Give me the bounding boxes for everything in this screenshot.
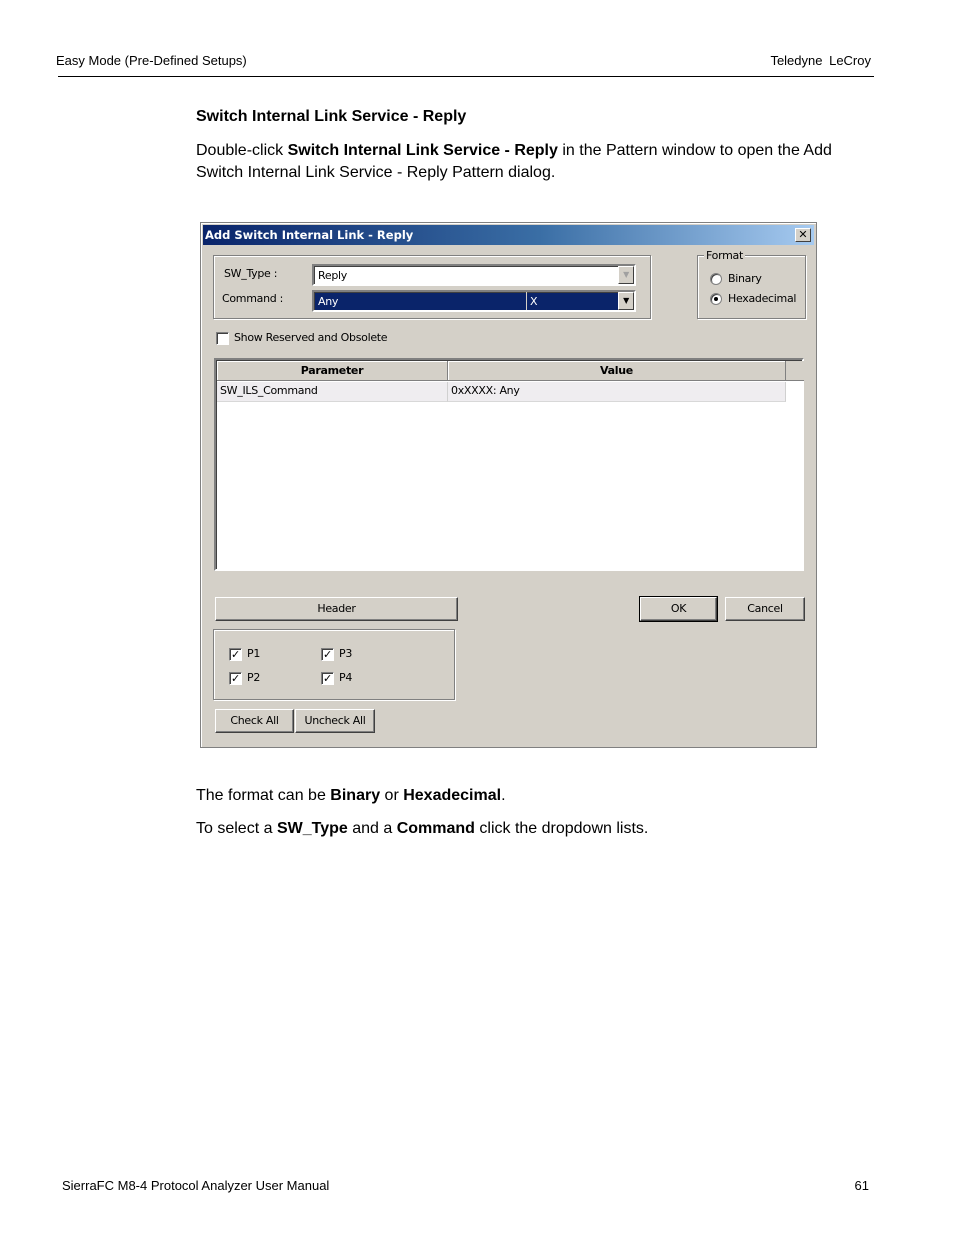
section-title: Switch Internal Link Service - Reply (196, 108, 467, 125)
text: and a (347, 820, 397, 837)
bold-text: Hexadecimal (403, 787, 502, 804)
sw-type-value: Reply (318, 269, 347, 282)
format-group (697, 255, 806, 319)
format-legend: Format (704, 249, 745, 262)
text: To select a (196, 820, 277, 837)
close-icon[interactable]: ✕ (795, 228, 811, 242)
show-reserved-checkbox[interactable] (216, 332, 229, 345)
cancel-button[interactable]: Cancel (725, 597, 805, 621)
text: Double-click (196, 142, 288, 159)
dialog-title: Add Switch Internal Link - Reply (205, 228, 414, 242)
dialog-titlebar: Add Switch Internal Link - Reply ✕ (203, 225, 814, 245)
header-button[interactable]: Header (215, 597, 458, 621)
chevron-down-icon[interactable]: ▼ (618, 266, 634, 284)
p2-label: P2 (247, 671, 261, 684)
header-filler (786, 361, 804, 381)
text: . (501, 787, 506, 804)
chevron-down-icon[interactable]: ▼ (618, 292, 634, 310)
page-number: 61 (854, 1178, 869, 1193)
binary-radio[interactable] (710, 273, 722, 285)
ports-group (213, 629, 455, 700)
command-value: Any (318, 295, 339, 308)
header-rule (58, 76, 874, 77)
p3-checkbox[interactable]: ✓ (321, 648, 334, 661)
p4-label: P4 (339, 671, 353, 684)
binary-label: Binary (728, 272, 762, 285)
bold-text: Switch Internal Link Service - Reply (287, 142, 558, 159)
hexadecimal-label: Hexadecimal (728, 292, 797, 305)
format-note: The format can be Binary or Hexadecimal. (196, 785, 876, 807)
table-cell-value[interactable]: 0xXXXX: Any (448, 382, 786, 402)
show-reserved-label: Show Reserved and Obsolete (234, 331, 388, 344)
check-all-button[interactable]: Check All (215, 709, 294, 733)
p1-label: P1 (247, 647, 261, 660)
footer-manual-title: SierraFC M8-4 Protocol Analyzer User Man… (62, 1178, 330, 1193)
uncheck-all-button[interactable]: Uncheck All (295, 709, 375, 733)
p4-checkbox[interactable]: ✓ (321, 672, 334, 685)
add-switch-internal-link-reply-dialog: Add Switch Internal Link - Reply ✕ SW_Ty… (200, 222, 817, 748)
p1-checkbox[interactable]: ✓ (229, 648, 242, 661)
bold-text: Command (396, 820, 475, 837)
running-head-right: Teledyne LeCroy (770, 53, 871, 68)
sw-type-dropdown[interactable]: Reply ▼ (312, 264, 636, 286)
text: click the dropdown lists. (474, 820, 649, 837)
text: or (380, 787, 404, 804)
command-mask: X (530, 295, 538, 308)
column-header-value[interactable]: Value (448, 361, 786, 381)
column-header-parameter[interactable]: Parameter (217, 361, 448, 381)
command-label: Command : (222, 292, 284, 305)
table-cell-parameter[interactable]: SW_ILS_Command (217, 382, 448, 402)
ok-button[interactable]: OK (639, 596, 718, 622)
p3-label: P3 (339, 647, 353, 660)
running-head-left: Easy Mode (Pre-Defined Setups) (56, 53, 247, 68)
p2-checkbox[interactable]: ✓ (229, 672, 242, 685)
hexadecimal-radio[interactable] (710, 293, 722, 305)
parameter-table: Parameter Value SW_ILS_Command 0xXXXX: A… (214, 358, 804, 571)
select-note: To select a SW_Type and a Command click … (196, 818, 876, 840)
command-dropdown[interactable]: Any X ▼ (312, 290, 636, 312)
bold-text: SW_Type (276, 820, 348, 837)
text: The format can be (196, 787, 331, 804)
command-separator (526, 292, 527, 310)
bold-text: Binary (330, 787, 381, 804)
sw-type-label: SW_Type : (224, 267, 278, 280)
intro-paragraph: Double-click Switch Internal Link Servic… (196, 140, 876, 184)
